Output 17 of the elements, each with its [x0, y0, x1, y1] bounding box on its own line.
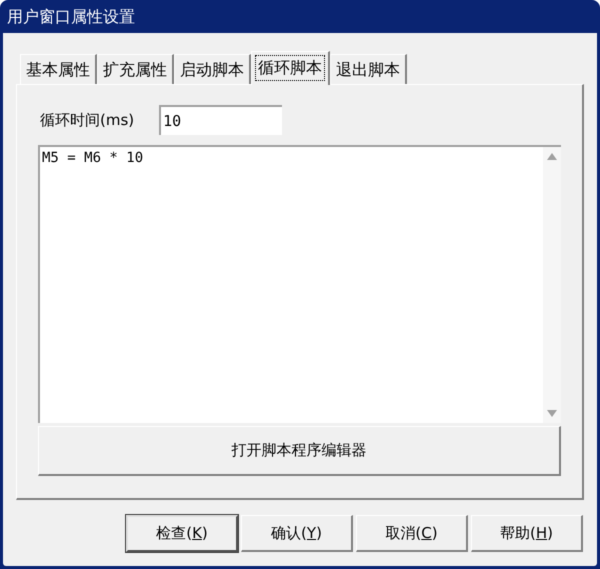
open-editor-button[interactable]: 打开脚本程序编辑器: [38, 426, 561, 476]
tab[interactable]: 启动脚本: [174, 54, 251, 84]
dialog-button[interactable]: 取消(C): [356, 515, 468, 552]
dialog-button[interactable]: 确认(Y): [241, 515, 353, 552]
scroll-down-arrow-icon[interactable]: [547, 410, 557, 417]
script-editor[interactable]: M5 = M6 * 10: [38, 145, 561, 423]
cycle-time-label: 循环时间(ms): [40, 110, 134, 131]
cycle-time-field[interactable]: 10: [159, 105, 282, 135]
dialog-button[interactable]: 帮助(H): [471, 515, 583, 552]
tab[interactable]: 退出脚本: [330, 54, 407, 84]
window-title: 用户窗口属性设置: [6, 6, 136, 28]
dialog-button[interactable]: 检查(K): [126, 515, 238, 552]
tab[interactable]: 循环脚本: [251, 51, 330, 85]
scrollbar[interactable]: [543, 147, 561, 423]
scroll-up-arrow-icon[interactable]: [547, 153, 557, 160]
tab[interactable]: 扩充属性: [97, 54, 174, 84]
tab[interactable]: 基本属性: [20, 54, 97, 84]
